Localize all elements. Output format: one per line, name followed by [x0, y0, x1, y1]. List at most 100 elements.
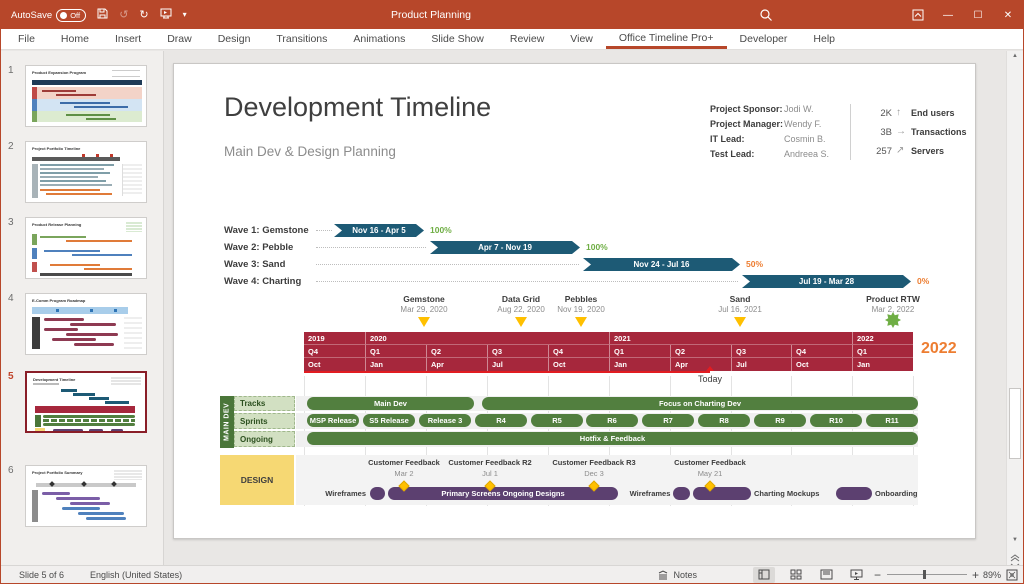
sprint-bar[interactable]: Release 3: [419, 414, 471, 427]
minimize-button[interactable]: —: [933, 1, 963, 29]
tab-insert[interactable]: Insert: [102, 29, 154, 49]
slide-thumbnail-4[interactable]: E-Comm Program Roadmap: [25, 293, 147, 355]
tab-home[interactable]: Home: [48, 29, 102, 49]
milestone-marker-icon[interactable]: [734, 317, 746, 327]
design-milestone-name[interactable]: Customer Feedback R2: [440, 458, 540, 467]
wave-label[interactable]: Wave 1: Gemstone: [224, 224, 309, 237]
zoom-level[interactable]: 89%: [983, 570, 1001, 580]
sprint-bar[interactable]: R11: [866, 414, 918, 427]
tab-file[interactable]: File: [5, 29, 48, 49]
design-milestone-name[interactable]: Customer Feedback R3: [544, 458, 644, 467]
design-bar-label[interactable]: Onboarding: [875, 487, 918, 500]
zoom-in-icon[interactable]: +: [972, 568, 979, 582]
reading-view-button[interactable]: [817, 567, 835, 583]
slide-thumbnail-2[interactable]: Project Portfolio Timeline: [25, 141, 147, 203]
notes-button[interactable]: Notes: [657, 570, 697, 580]
tab-help[interactable]: Help: [800, 29, 848, 49]
design-bar[interactable]: [370, 487, 385, 500]
scrollbar-thumb[interactable]: [1009, 388, 1021, 459]
design-bar[interactable]: [693, 487, 751, 500]
wave-bar-pebble[interactable]: Apr 7 - Nov 19: [430, 241, 580, 254]
design-bar[interactable]: [836, 487, 872, 500]
autosave-control[interactable]: AutoSave Off: [11, 9, 86, 22]
wave-percent[interactable]: 100%: [586, 241, 608, 254]
ongoing-bar[interactable]: Hotfix & Feedback: [307, 432, 918, 445]
zoom-slider[interactable]: [887, 574, 967, 575]
design-bar-label[interactable]: Wireframes: [296, 487, 366, 500]
milestone-name[interactable]: Gemstone: [369, 294, 479, 304]
milestone-marker-icon[interactable]: [418, 317, 430, 327]
design-milestone-name[interactable]: Customer Feedback: [354, 458, 454, 467]
tab-design[interactable]: Design: [205, 29, 264, 49]
wave-percent[interactable]: 0%: [917, 275, 929, 288]
redo-icon[interactable]: ↻: [139, 10, 148, 21]
sprint-bar[interactable]: S5 Release: [363, 414, 415, 427]
slide-title[interactable]: Development Timeline: [224, 92, 491, 123]
year-callout[interactable]: 2022: [921, 340, 957, 358]
sprint-bar[interactable]: R5: [531, 414, 583, 427]
slide-thumbnail-5-selected[interactable]: Development Timeline: [25, 371, 147, 433]
slideshow-view-button[interactable]: [847, 567, 865, 583]
tab-office-timeline-pro[interactable]: Office Timeline Pro+: [606, 29, 727, 49]
normal-view-button[interactable]: [753, 567, 775, 583]
slide-thumbnail-1[interactable]: Product Expansion Program: [25, 65, 147, 127]
milestone-marker-icon[interactable]: [515, 317, 527, 327]
slide-indicator[interactable]: Slide 5 of 6: [19, 570, 64, 580]
sprint-bar[interactable]: R9: [754, 414, 806, 427]
product-rtw-burst-icon[interactable]: [885, 312, 901, 333]
row-label-ongoing[interactable]: Ongoing: [234, 431, 295, 447]
track-bar[interactable]: Focus on Charting Dev: [482, 397, 918, 410]
tab-review[interactable]: Review: [497, 29, 557, 49]
wave-label[interactable]: Wave 4: Charting: [224, 275, 301, 288]
sprint-bar[interactable]: R4: [475, 414, 527, 427]
slide-sorter-view-button[interactable]: [787, 567, 805, 583]
slide-thumbnail-3[interactable]: Product Release Planning: [25, 217, 147, 279]
sprint-bar[interactable]: R10: [810, 414, 862, 427]
design-bar-label[interactable]: Wireframes: [629, 487, 671, 500]
save-icon[interactable]: [97, 8, 108, 22]
wave-bar-charting[interactable]: Jul 19 - Mar 28: [742, 275, 911, 288]
undo-icon[interactable]: ↺: [119, 10, 128, 21]
milestone-name[interactable]: Sand: [685, 294, 795, 304]
tab-animations[interactable]: Animations: [340, 29, 418, 49]
tab-view[interactable]: View: [557, 29, 606, 49]
sprint-bar[interactable]: R6: [586, 414, 638, 427]
search-icon[interactable]: [759, 8, 773, 27]
milestone-marker-icon[interactable]: [575, 317, 587, 327]
close-button[interactable]: ✕: [993, 1, 1023, 29]
design-bar[interactable]: [673, 487, 690, 500]
design-group-label[interactable]: DESIGN: [220, 455, 294, 505]
tab-transitions[interactable]: Transitions: [263, 29, 340, 49]
wave-label[interactable]: Wave 2: Pebble: [224, 241, 293, 254]
row-label-tracks[interactable]: Tracks: [234, 396, 295, 411]
customize-qat-icon[interactable]: ▾: [183, 11, 187, 19]
tab-developer[interactable]: Developer: [727, 29, 801, 49]
slide-thumbnail-6[interactable]: Project Portfolio Summary: [25, 465, 147, 527]
scroll-down-icon[interactable]: ▼: [1007, 537, 1023, 543]
slide-subtitle[interactable]: Main Dev & Design Planning: [224, 144, 396, 159]
sprint-bar[interactable]: R8: [698, 414, 750, 427]
ribbon-display-options-icon[interactable]: [903, 1, 933, 29]
fit-slide-to-window-icon[interactable]: [1004, 567, 1020, 583]
sprint-bar[interactable]: R7: [642, 414, 694, 427]
today-marker-icon[interactable]: [706, 366, 714, 371]
wave-percent[interactable]: 50%: [746, 258, 763, 271]
main-dev-group-label[interactable]: MAIN DEV: [220, 396, 234, 448]
maximize-button[interactable]: ☐: [963, 1, 993, 29]
slide-canvas[interactable]: Development Timeline Main Dev & Design P…: [173, 63, 976, 539]
scroll-up-icon[interactable]: ▲: [1007, 53, 1023, 59]
wave-percent[interactable]: 100%: [430, 224, 452, 237]
start-slideshow-icon[interactable]: [160, 8, 172, 22]
wave-bar-gemstone[interactable]: Nov 16 - Apr 5: [334, 224, 424, 237]
milestone-name[interactable]: Product RTW: [838, 294, 948, 304]
vertical-scrollbar[interactable]: ▲ ▼: [1006, 51, 1023, 565]
wave-label[interactable]: Wave 3: Sand: [224, 258, 285, 271]
tab-draw[interactable]: Draw: [154, 29, 205, 49]
milestone-name[interactable]: Pebbles: [526, 294, 636, 304]
design-bar-label[interactable]: Charting Mockups: [754, 487, 819, 500]
language-indicator[interactable]: English (United States): [90, 570, 182, 580]
track-bar[interactable]: Main Dev: [307, 397, 474, 410]
sprint-bar[interactable]: MSP Release: [307, 414, 359, 427]
row-label-sprints[interactable]: Sprints: [234, 413, 295, 429]
wave-bar-sand[interactable]: Nov 24 - Jul 16: [583, 258, 740, 271]
